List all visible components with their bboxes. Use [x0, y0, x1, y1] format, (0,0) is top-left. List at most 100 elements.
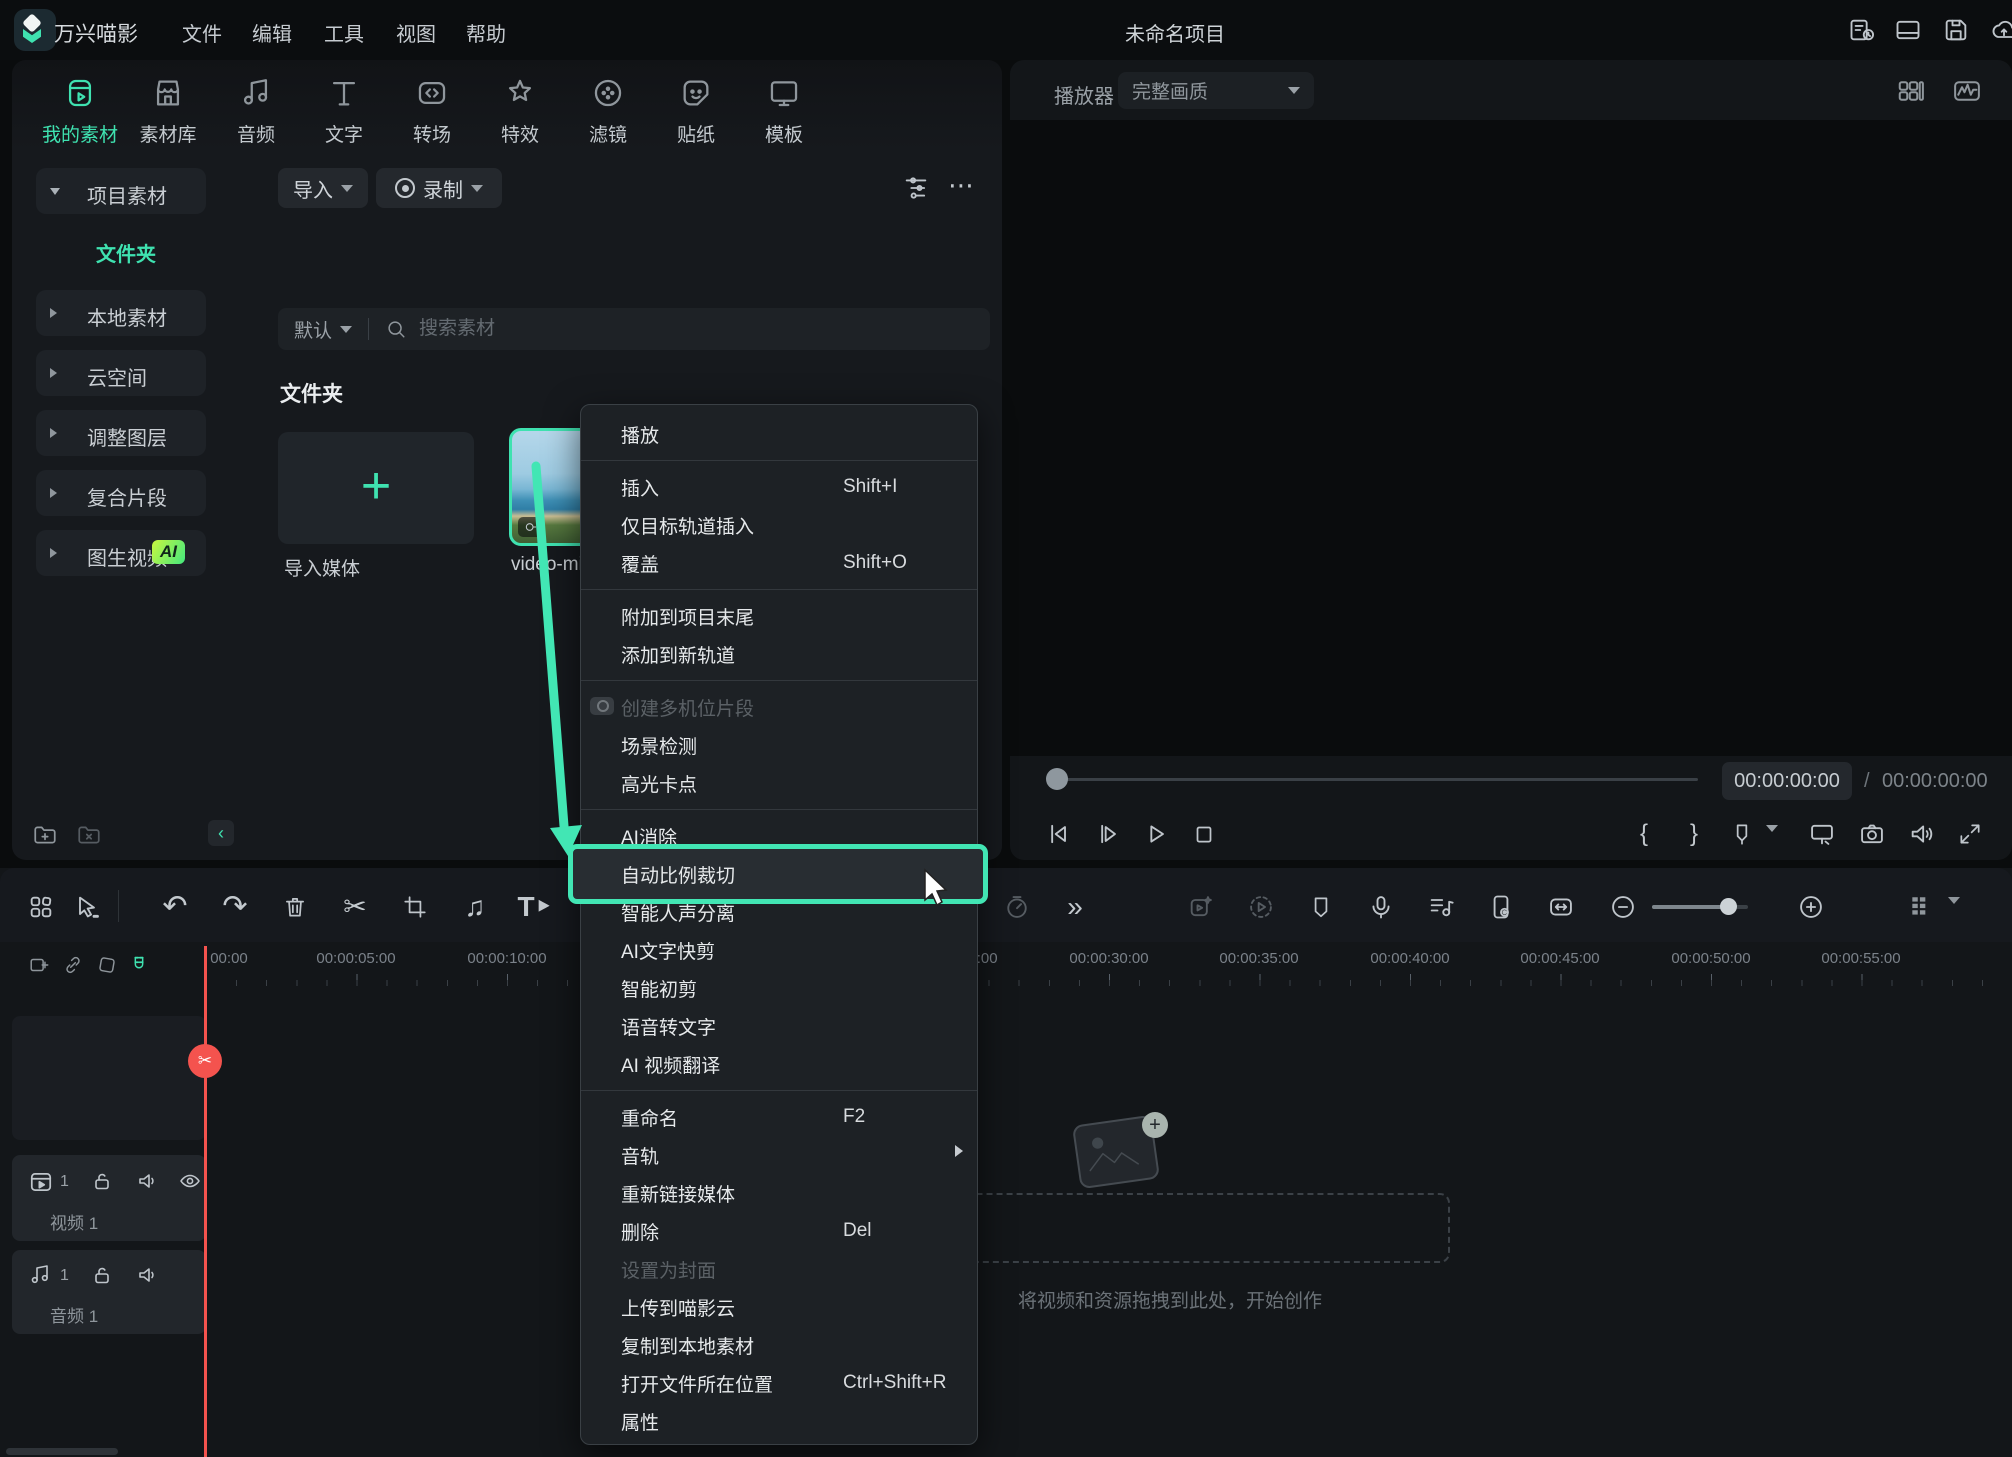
playhead-line[interactable] — [204, 946, 207, 1457]
more-options-icon[interactable]: ⋯ — [948, 172, 974, 198]
sidebar-item-compound-clip[interactable]: 复合片段 — [36, 470, 206, 516]
media-browser-icon[interactable] — [26, 892, 56, 922]
menu-tools[interactable]: 工具 — [324, 18, 364, 47]
volume-button[interactable] — [1906, 818, 1938, 850]
playhead-cut-button[interactable]: ✂ — [188, 1044, 222, 1078]
sidebar-item-adjustment-layer[interactable]: 调整图层 — [36, 410, 206, 456]
marker-flag-icon[interactable] — [1306, 892, 1336, 922]
menu-item-insert-target-track[interactable]: 仅目标轨道插入 — [581, 506, 977, 544]
fit-timeline-icon[interactable] — [1546, 892, 1576, 922]
menu-item-overwrite[interactable]: 覆盖Shift+O — [581, 544, 977, 582]
new-folder-icon[interactable] — [32, 822, 58, 848]
layout-grid-icon[interactable] — [1896, 76, 1926, 106]
redo-icon[interactable]: ↷ — [220, 892, 250, 922]
menu-file[interactable]: 文件 — [182, 18, 222, 47]
save-icon[interactable] — [1942, 16, 1970, 44]
quality-dropdown[interactable]: 完整画质 — [1118, 72, 1314, 109]
menu-edit[interactable]: 编辑 — [252, 18, 292, 47]
menu-item-relink-media[interactable]: 重新链接媒体 — [581, 1174, 977, 1212]
zoom-out-icon[interactable] — [1608, 892, 1638, 922]
stop-button[interactable] — [1188, 818, 1220, 850]
sidebar-item-image-to-video[interactable]: 图生视频 AI — [36, 530, 206, 576]
marker-button[interactable] — [1726, 818, 1758, 850]
menu-item-rename[interactable]: 重命名F2 — [581, 1098, 977, 1136]
player-viewport[interactable] — [1010, 120, 2012, 756]
current-time[interactable]: 00:00:00:00 — [1722, 762, 1852, 800]
menu-item-ai-video-translate[interactable]: AI 视频翻译 — [581, 1045, 977, 1083]
voiceover-mic-icon[interactable] — [1366, 892, 1396, 922]
sort-dropdown[interactable]: 默认 — [294, 316, 332, 343]
menu-item-open-file-location[interactable]: 打开文件所在位置Ctrl+Shift+R — [581, 1364, 977, 1402]
player-progress-handle[interactable] — [1046, 768, 1068, 790]
auto-ripple-icon[interactable] — [96, 954, 118, 976]
mute-track-icon[interactable] — [136, 1169, 162, 1195]
crop-icon[interactable] — [400, 892, 430, 922]
menu-view[interactable]: 视图 — [396, 18, 436, 47]
audio-mixer-icon[interactable] — [1426, 892, 1456, 922]
menu-item-ai-text-cut[interactable]: AI文字快剪 — [581, 931, 977, 969]
import-media-tile[interactable]: + — [278, 432, 474, 544]
search-input[interactable] — [417, 317, 851, 341]
add-marker-icon[interactable] — [28, 954, 50, 976]
menu-item-speech-to-text[interactable]: 语音转文字 — [581, 1007, 977, 1045]
workspace-layout-icon[interactable] — [1894, 16, 1922, 44]
lock-track-icon[interactable] — [90, 1263, 116, 1289]
menu-item-vocal-separation[interactable]: 智能人声分离 — [581, 893, 977, 931]
horizontal-scrollbar[interactable] — [6, 1448, 118, 1455]
fullscreen-button[interactable] — [1954, 818, 1986, 850]
camera-snapshot-button[interactable] — [1856, 818, 1888, 850]
filter-icon[interactable] — [902, 174, 930, 202]
select-tool-icon[interactable] — [72, 892, 102, 922]
import-button[interactable]: 导入 — [278, 168, 368, 208]
tab-templates[interactable]: 模板 — [724, 76, 844, 147]
menu-item-add-to-new-track[interactable]: 添加到新轨道 — [581, 635, 977, 673]
track-height-icon[interactable] — [1906, 892, 1936, 922]
hide-track-icon[interactable] — [178, 1169, 204, 1195]
export-cloud-icon[interactable] — [1990, 16, 2012, 44]
collapse-sidebar-button[interactable]: ‹ — [208, 820, 234, 846]
link-clips-icon[interactable] — [62, 954, 84, 976]
text-tool-icon[interactable]: T‣ — [520, 892, 550, 922]
mark-out-button[interactable]: } — [1678, 818, 1710, 850]
marker-dropdown-icon[interactable] — [1766, 832, 1778, 850]
menu-item-smart-cut[interactable]: 智能初剪 — [581, 969, 977, 1007]
mute-track-icon[interactable] — [136, 1263, 162, 1289]
delete-icon[interactable] — [280, 892, 310, 922]
more-tools-icon[interactable]: » — [1060, 892, 1090, 922]
record-button[interactable]: 录制 — [376, 168, 502, 208]
menu-item-highlight-beat[interactable]: 高光卡点 — [581, 764, 977, 802]
ai-video-tool-icon[interactable] — [1186, 892, 1216, 922]
next-frame-button[interactable] — [1092, 818, 1124, 850]
video-track-header[interactable]: 1 视频 1 — [12, 1155, 206, 1241]
menu-item-auto-reframe[interactable]: 自动比例裁切 — [581, 855, 977, 893]
menu-item-audio-track[interactable]: 音轨 — [581, 1136, 977, 1174]
previous-frame-button[interactable] — [1042, 818, 1074, 850]
menu-help[interactable]: 帮助 — [466, 18, 506, 47]
preview-render-icon[interactable] — [1246, 892, 1276, 922]
speed-tool-icon[interactable] — [1002, 892, 1032, 922]
menu-item-play[interactable]: 播放 — [581, 415, 977, 453]
track-height-dropdown-icon[interactable] — [1948, 904, 1960, 922]
menu-item-append-to-project[interactable]: 附加到项目末尾 — [581, 597, 977, 635]
sidebar-item-folder[interactable]: 文件夹 — [96, 238, 156, 267]
play-button[interactable] — [1140, 818, 1172, 850]
screen-record-icon[interactable] — [1486, 892, 1516, 922]
timeline-zoom-slider[interactable] — [1652, 905, 1748, 909]
sidebar-item-cloud[interactable]: 云空间 — [36, 350, 206, 396]
mark-in-button[interactable]: { — [1628, 818, 1660, 850]
player-progress-bar[interactable] — [1062, 778, 1698, 781]
scopes-icon[interactable] — [1952, 76, 1982, 106]
audio-tool-icon[interactable]: ♫ — [460, 892, 490, 922]
task-list-icon[interactable] — [1848, 16, 1876, 44]
sidebar-item-project-media[interactable]: 项目素材 — [36, 168, 206, 214]
menu-item-insert[interactable]: 插入Shift+I — [581, 468, 977, 506]
menu-item-copy-to-local[interactable]: 复制到本地素材 — [581, 1326, 977, 1364]
snapping-magnet-icon[interactable] — [128, 954, 150, 976]
audio-track-header[interactable]: 1 音频 1 — [12, 1250, 206, 1334]
lock-track-icon[interactable] — [90, 1169, 116, 1195]
menu-item-set-as-cover[interactable]: 设置为封面 — [581, 1250, 977, 1288]
split-scissors-icon[interactable]: ✂ — [340, 892, 370, 922]
menu-item-properties[interactable]: 属性 — [581, 1402, 977, 1440]
zoom-slider-handle[interactable] — [1720, 898, 1737, 915]
delete-folder-icon[interactable] — [76, 822, 102, 848]
